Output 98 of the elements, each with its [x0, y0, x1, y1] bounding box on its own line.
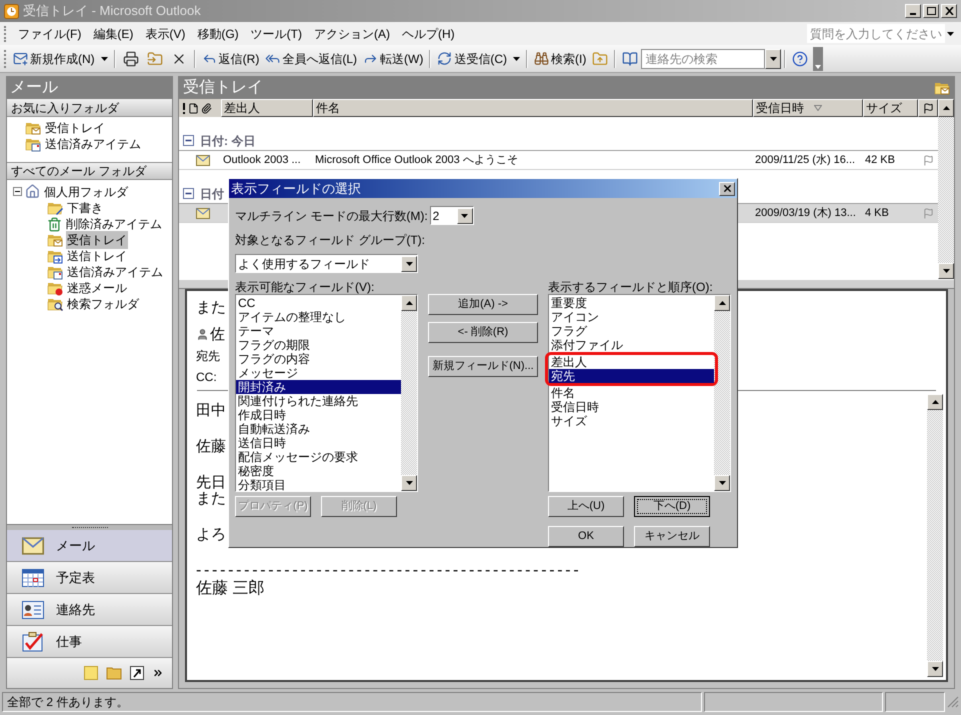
size-text: 4 KB: [865, 206, 889, 219]
list-item[interactable]: アイコン: [549, 310, 714, 324]
group-header: 日付: 今日: [200, 132, 256, 150]
column-header[interactable]: サイズ: [863, 99, 918, 117]
group-header: 日付: [200, 186, 224, 202]
folder-item[interactable]: 送信済みアイテム: [66, 263, 164, 281]
send-receive-button[interactable]: 送受信(C): [434, 48, 510, 70]
list-label: 表示可能なフィールド(V):: [235, 279, 376, 294]
folder-item[interactable]: 送信済みアイテム: [25, 136, 172, 152]
nav-pane-header: メール: [7, 77, 172, 99]
folder-item[interactable]: 受信トレイ: [66, 231, 128, 249]
body-text: よろ: [196, 527, 226, 543]
find-button[interactable]: 検索(I): [531, 48, 590, 70]
menu-item[interactable]: ツール(T): [244, 24, 308, 42]
status-text: 全部で 2 件あります。: [7, 694, 128, 711]
list-item[interactable]: アイテムの整理なし: [236, 310, 401, 324]
signature-name: 佐藤 三郎: [196, 579, 264, 599]
nav-button[interactable]: メール: [7, 530, 172, 562]
forward-button[interactable]: 転送(W): [360, 48, 426, 70]
folder-item[interactable]: 個人用フォルダ: [43, 182, 129, 200]
list-item[interactable]: テーマ: [236, 324, 401, 338]
remove-button[interactable]: <- 削除(R): [428, 322, 538, 343]
folder-item[interactable]: 迷惑メール: [66, 279, 128, 297]
new-mail-button[interactable]: 新規作成(N): [10, 48, 98, 70]
column-header[interactable]: 件名: [313, 99, 753, 117]
field-label: マルチライン モードの最大行数(M):: [235, 208, 428, 224]
cancel-button[interactable]: キャンセル: [634, 526, 710, 547]
list-item[interactable]: 差出人: [549, 355, 714, 369]
nav-button[interactable]: 仕事: [7, 626, 172, 658]
list-item[interactable]: CC: [236, 296, 401, 310]
field-group-dropdown[interactable]: よく使用するフィールド: [235, 254, 418, 273]
to-label: 宛先: [196, 348, 220, 365]
move-down-button[interactable]: 下へ(D): [634, 496, 710, 517]
add-button[interactable]: 追加(A) ->: [428, 294, 538, 315]
reply-all-button[interactable]: 全員へ返信(L): [262, 48, 360, 70]
date-text: 2009/11/25 (水) 16...: [755, 154, 856, 166]
list-item[interactable]: メッセージ: [236, 366, 401, 380]
field-label: 対象となるフィールド グループ(T):: [235, 232, 426, 249]
list-box[interactable]: CC アイテムの整理なし テーマ フラグの期限 フラグの内容 メッセージ 開封済み 関連付けられた連絡先 作成日時 自動転送済み 送信日時 配信メッセージの要求 秘密度 分類項目: [235, 294, 418, 492]
list-item[interactable]: 重要度: [549, 296, 714, 310]
ok-button[interactable]: OK: [548, 526, 624, 547]
move-up-button[interactable]: 上へ(U): [548, 496, 624, 517]
nav-button[interactable]: 連絡先: [7, 594, 172, 626]
new-field-button[interactable]: 新規フィールド(N)...: [428, 356, 538, 377]
date-text: 2009/03/19 (木) 13...: [755, 206, 856, 219]
list-item[interactable]: 宛先: [549, 369, 714, 383]
list-item[interactable]: 送信日時: [236, 436, 401, 450]
list-item[interactable]: 受信日時: [549, 400, 714, 414]
column-header[interactable]: 受信日時: [753, 99, 863, 117]
list-item[interactable]: 件名: [549, 386, 714, 400]
list-item[interactable]: 分類項目: [236, 478, 401, 492]
menu-item[interactable]: ファイル(F): [12, 24, 88, 42]
help-search-field[interactable]: 質問を入力してください: [807, 24, 945, 43]
signature-rule: ------------------------------------------------: [196, 563, 582, 579]
column-header[interactable]: 差出人: [221, 99, 313, 117]
folder-item[interactable]: 下書き: [66, 199, 104, 217]
size-text: 42 KB: [865, 154, 895, 166]
list-item[interactable]: フラグの内容: [236, 352, 401, 366]
dialog-title: 表示フィールドの選択: [231, 180, 361, 198]
subject-text: Microsoft Office Outlook 2003 へようこそ: [315, 154, 518, 166]
list-item[interactable]: 関連付けられた連絡先: [236, 394, 401, 408]
body-text: また: [196, 491, 226, 507]
cc-label: CC:: [196, 369, 217, 386]
list-label: 表示するフィールドと順序(O):: [548, 279, 714, 294]
menu-item[interactable]: 編集(E): [87, 24, 140, 42]
menu-item[interactable]: 移動(G): [191, 24, 245, 42]
list-item[interactable]: フラグ: [549, 324, 714, 338]
folder-item[interactable]: 受信トレイ: [25, 120, 172, 136]
section-header: お気に入りフォルダ: [7, 99, 172, 117]
list-item[interactable]: 自動転送済み: [236, 422, 401, 436]
list-item[interactable]: 作成日時: [236, 408, 401, 422]
menu-item[interactable]: 表示(V): [139, 24, 192, 42]
reply-button[interactable]: 返信(R): [198, 48, 262, 70]
list-item[interactable]: 配信メッセージの要求: [236, 450, 401, 464]
sender-text: Outlook 2003 ...: [223, 154, 301, 166]
folder-item[interactable]: 送信トレイ: [66, 247, 128, 265]
list-item[interactable]: 開封済み: [236, 380, 401, 394]
list-item[interactable]: サイズ: [549, 414, 714, 428]
message-row[interactable]: Outlook 2003 ... Microsoft Office Outlook 2003 へようこそ 2009/11/25 (水) 16... 42 KB: [179, 151, 938, 170]
window-title: 受信トレイ - Microsoft Outlook: [23, 2, 202, 20]
body-text: 田中: [196, 403, 226, 419]
list-box[interactable]: 重要度 アイコン フラグ 添付ファイル 差出人 宛先 件名 受信日時 サイズ: [548, 294, 731, 492]
sender-name: 佐: [210, 324, 225, 344]
list-item[interactable]: フラグの期限: [236, 338, 401, 352]
list-item[interactable]: 添付ファイル: [549, 338, 714, 352]
folder-title: 受信トレイ: [183, 78, 263, 98]
contact-search-field[interactable]: 連絡先の検索: [641, 48, 766, 68]
folder-item[interactable]: 検索フォルダ: [66, 295, 140, 313]
max-lines-dropdown[interactable]: 2: [430, 206, 474, 225]
menu-item[interactable]: アクション(A): [308, 24, 396, 42]
body-text: 先日: [196, 475, 226, 491]
nav-button[interactable]: 予定表: [7, 562, 172, 594]
body-text: 佐藤: [196, 439, 226, 455]
list-item[interactable]: 秘密度: [236, 464, 401, 478]
section-header: すべてのメール フォルダ: [7, 162, 172, 180]
folder-item[interactable]: 削除済みアイテム: [65, 215, 163, 233]
message-subject: また: [196, 298, 226, 318]
menu-item[interactable]: ヘルプ(H): [396, 24, 461, 42]
